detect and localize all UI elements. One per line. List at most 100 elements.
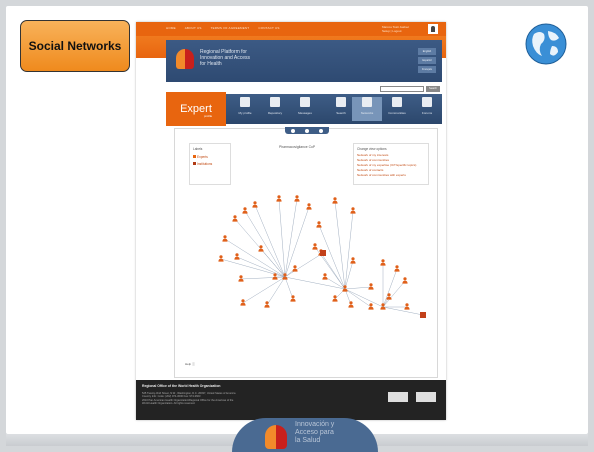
expert-sublabel: profile xyxy=(204,114,213,118)
menu-item-label: Networks xyxy=(360,111,374,115)
globe-logo-icon xyxy=(525,23,567,65)
help-link[interactable]: Help ⓘ xyxy=(185,362,195,366)
platform-name-line: for Health xyxy=(200,61,222,67)
menu-item-messages[interactable]: Messages xyxy=(290,97,320,121)
avatar[interactable] xyxy=(428,24,438,34)
network-panel: Labels Experts Institutions Pharmacovigi… xyxy=(174,127,438,378)
network-edge xyxy=(382,306,424,316)
menu-item-label: Repository xyxy=(267,111,283,115)
expert-node-icon[interactable] xyxy=(380,259,386,266)
expert-node-icon[interactable] xyxy=(402,277,408,284)
search-input[interactable] xyxy=(380,86,424,92)
user-links[interactable]: Setup | Logout xyxy=(382,29,409,33)
nav-terms[interactable]: TERMS OF AGREEMENT xyxy=(211,26,250,30)
menu-item-my-profile[interactable]: My profile xyxy=(230,97,260,121)
network-edge xyxy=(244,210,286,278)
expert-node-icon[interactable] xyxy=(238,275,244,282)
network-edge xyxy=(344,286,372,290)
search-button[interactable]: Search xyxy=(426,86,440,92)
expert-node-icon[interactable] xyxy=(242,207,248,214)
books-icon xyxy=(270,97,280,107)
institution-node-icon[interactable] xyxy=(320,250,326,256)
expert-node-icon[interactable] xyxy=(350,207,356,214)
expert-node-icon[interactable] xyxy=(240,299,246,306)
menu-item-networks[interactable]: Networks xyxy=(352,97,382,121)
expert-node-icon[interactable] xyxy=(276,195,282,202)
help-text: Help xyxy=(185,362,192,366)
platform-name: Regional Platform for Innovation and Acc… xyxy=(200,49,250,67)
network-edge xyxy=(382,280,406,308)
platform-logo-icon xyxy=(176,49,194,69)
expert-node-icon[interactable] xyxy=(322,273,328,280)
platform-bottom-logo: Innovación y Acceso para la Salud xyxy=(232,418,378,452)
site-footer: Regional Office of the World Health Orga… xyxy=(136,380,446,420)
expert-node-icon[interactable] xyxy=(368,283,374,290)
bottom-logo-line: Acceso para xyxy=(295,429,334,436)
nav-about[interactable]: ABOUT US xyxy=(185,26,202,30)
network-edge xyxy=(284,276,346,290)
language-button-french[interactable]: Français xyxy=(418,66,436,73)
paho-footer-logo-icon xyxy=(388,392,408,402)
expert-node-icon[interactable] xyxy=(312,243,318,250)
expert-node-icon[interactable] xyxy=(306,203,312,210)
expert-node-icon[interactable] xyxy=(368,303,374,310)
menu-item-label: Forums xyxy=(421,111,433,115)
expert-node-icon[interactable] xyxy=(232,215,238,222)
expert-node-icon[interactable] xyxy=(234,253,240,260)
chat-icon xyxy=(422,97,432,107)
network-edge xyxy=(224,238,286,278)
network-edge xyxy=(266,276,286,306)
expert-node-icon[interactable] xyxy=(332,197,338,204)
expert-node-icon[interactable] xyxy=(290,295,296,302)
top-nav-links: HOME ABOUT US TERMS OF AGREEMENT CONTACT… xyxy=(166,26,288,30)
network-edge xyxy=(284,206,310,278)
search-doc-icon xyxy=(336,97,346,107)
site-search: Search xyxy=(380,86,440,92)
menu-item-forums[interactable]: Forums xyxy=(412,97,442,121)
language-button-english[interactable]: English xyxy=(418,48,436,55)
network-edge xyxy=(344,260,354,290)
expert-node-icon[interactable] xyxy=(222,235,228,242)
menu-item-label: My profile xyxy=(238,111,252,115)
platform-mark-icon xyxy=(265,425,287,449)
network-edge xyxy=(334,200,346,290)
network-edge xyxy=(260,248,286,278)
mail-icon xyxy=(300,97,310,107)
language-button-spanish[interactable]: Español xyxy=(418,57,436,64)
bottom-logo-line: la Salud xyxy=(295,437,321,444)
expert-profile-badge: Expert profile xyxy=(166,92,226,126)
network-edge xyxy=(284,252,324,278)
slide-title: Social Networks xyxy=(20,20,130,72)
nav-contact[interactable]: CONTACT US xyxy=(258,26,279,30)
id-card-icon xyxy=(240,97,250,107)
expert-node-icon[interactable] xyxy=(294,195,300,202)
menu-item-label: Communities xyxy=(388,111,406,115)
institution-node-icon[interactable] xyxy=(420,312,426,318)
network-edge xyxy=(382,268,398,308)
network-edge xyxy=(242,276,286,304)
top-navigation: HOME ABOUT US TERMS OF AGREEMENT CONTACT… xyxy=(136,22,446,36)
expert-node-icon[interactable] xyxy=(316,221,322,228)
expert-node-icon[interactable] xyxy=(272,273,278,280)
network-edge xyxy=(344,210,354,290)
user-info: Marcos Tosti Jasbec Setup | Logout xyxy=(382,25,409,33)
expert-node-icon[interactable] xyxy=(292,265,298,272)
expert-node-icon[interactable] xyxy=(404,303,410,310)
footer-title: Regional Office of the World Health Orga… xyxy=(142,384,221,388)
nav-home[interactable]: HOME xyxy=(166,26,176,30)
network-edge xyxy=(278,198,286,278)
expert-node-icon[interactable] xyxy=(252,201,258,208)
expert-node-icon[interactable] xyxy=(218,255,224,262)
menu-item-communities[interactable]: Communities xyxy=(382,97,412,121)
expert-node-icon[interactable] xyxy=(386,293,392,300)
expert-node-icon[interactable] xyxy=(258,245,264,252)
menu-item-repository[interactable]: Repository xyxy=(260,97,290,121)
network-graph[interactable] xyxy=(175,129,437,377)
expert-node-icon[interactable] xyxy=(348,301,354,308)
expert-node-icon[interactable] xyxy=(332,295,338,302)
expert-node-icon[interactable] xyxy=(394,265,400,272)
expert-node-icon[interactable] xyxy=(350,257,356,264)
network-edge xyxy=(284,276,294,300)
network-edge xyxy=(240,276,286,280)
bottom-logo-line: Innovación y xyxy=(295,421,335,428)
